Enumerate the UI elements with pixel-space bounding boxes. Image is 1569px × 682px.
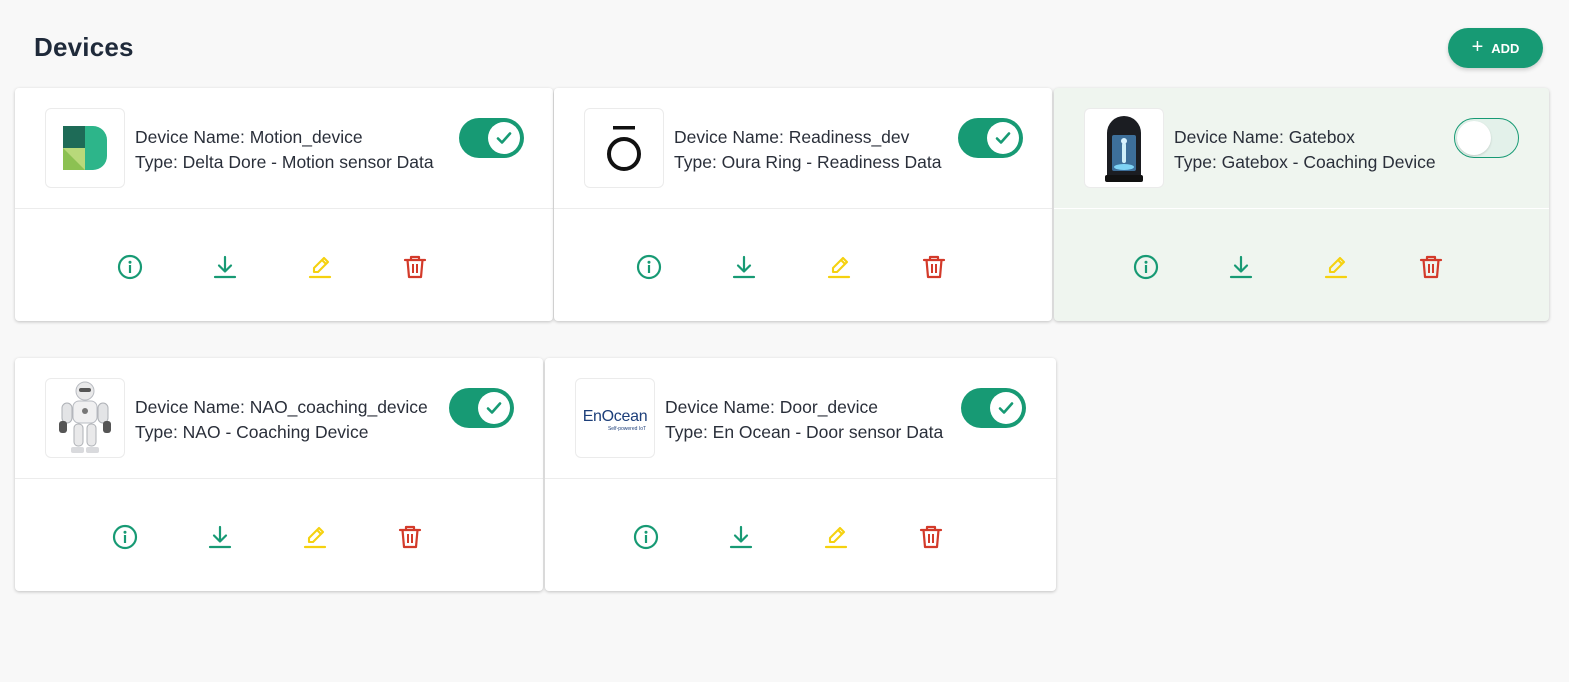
- device-info: Device Name: Motion_device Type: Delta D…: [135, 125, 434, 175]
- device-card: EnOcean Self-powered IoT Device Name: Do…: [545, 358, 1056, 591]
- download-icon[interactable]: [205, 522, 235, 552]
- card-actions: [115, 251, 430, 283]
- edit-icon[interactable]: [821, 522, 851, 552]
- edit-icon[interactable]: [300, 522, 330, 552]
- device-card: Device Name: Readiness_dev Type: Oura Ri…: [554, 88, 1052, 321]
- check-icon: [990, 392, 1022, 424]
- card-divider: [1054, 208, 1549, 209]
- device-info: Device Name: Gatebox Type: Gatebox - Coa…: [1174, 125, 1436, 175]
- gatebox-image: [1084, 108, 1164, 188]
- device-info: Device Name: Readiness_dev Type: Oura Ri…: [674, 125, 942, 175]
- card-actions: [1131, 251, 1446, 283]
- card-divider: [15, 208, 553, 209]
- oura-logo: [584, 108, 664, 188]
- device-card: Device Name: Motion_device Type: Delta D…: [15, 88, 553, 321]
- enocean-logo: EnOcean Self-powered IoT: [575, 378, 655, 458]
- enable-toggle[interactable]: [1454, 118, 1519, 158]
- enable-toggle[interactable]: [459, 118, 524, 158]
- card-actions: [110, 521, 425, 553]
- delete-icon[interactable]: [400, 252, 430, 282]
- device-name: Device Name: NAO_coaching_device: [135, 397, 428, 417]
- card-divider: [554, 208, 1052, 209]
- add-button-label: ADD: [1491, 40, 1520, 56]
- info-icon[interactable]: [634, 252, 664, 282]
- device-name: Device Name: Motion_device: [135, 127, 363, 147]
- edit-icon[interactable]: [305, 252, 335, 282]
- add-device-button[interactable]: + ADD: [1448, 28, 1543, 68]
- device-info: Device Name: NAO_coaching_device Type: N…: [135, 395, 428, 445]
- nao-robot-image: [45, 378, 125, 458]
- toggle-knob: [1457, 121, 1491, 155]
- download-icon[interactable]: [729, 252, 759, 282]
- edit-icon[interactable]: [824, 252, 854, 282]
- edit-icon[interactable]: [1321, 252, 1351, 282]
- devices-page: Devices + ADD Device Name: Motion_device…: [0, 0, 1569, 682]
- card-actions: [634, 251, 949, 283]
- device-type: Type: NAO - Coaching Device: [135, 422, 369, 442]
- info-icon[interactable]: [631, 522, 661, 552]
- device-type: Type: Gatebox - Coaching Device: [1174, 152, 1436, 172]
- card-divider: [15, 478, 543, 479]
- card-actions: [631, 521, 946, 553]
- delta-dore-logo: [45, 108, 125, 188]
- delete-icon[interactable]: [1416, 252, 1446, 282]
- enocean-logo-text: EnOcean: [582, 408, 648, 425]
- enable-toggle[interactable]: [449, 388, 514, 428]
- download-icon[interactable]: [210, 252, 240, 282]
- device-name: Device Name: Door_device: [665, 397, 879, 417]
- device-type: Type: Oura Ring - Readiness Data: [674, 152, 942, 172]
- device-type: Type: En Ocean - Door sensor Data: [665, 422, 944, 442]
- device-name: Device Name: Readiness_dev: [674, 127, 910, 147]
- delete-icon[interactable]: [395, 522, 425, 552]
- info-icon[interactable]: [110, 522, 140, 552]
- device-info: Device Name: Door_device Type: En Ocean …: [665, 395, 943, 445]
- download-icon[interactable]: [726, 522, 756, 552]
- plus-icon: +: [1471, 36, 1484, 58]
- info-icon[interactable]: [1131, 252, 1161, 282]
- device-card: Device Name: NAO_coaching_device Type: N…: [15, 358, 543, 591]
- card-divider: [545, 478, 1056, 479]
- check-icon: [488, 122, 520, 154]
- device-name: Device Name: Gatebox: [1174, 127, 1355, 147]
- page-title: Devices: [34, 32, 134, 62]
- delete-icon[interactable]: [916, 522, 946, 552]
- device-card: Device Name: Gatebox Type: Gatebox - Coa…: [1054, 88, 1549, 321]
- delete-icon[interactable]: [919, 252, 949, 282]
- download-icon[interactable]: [1226, 252, 1256, 282]
- enable-toggle[interactable]: [958, 118, 1023, 158]
- check-icon: [478, 392, 510, 424]
- info-icon[interactable]: [115, 252, 145, 282]
- enable-toggle[interactable]: [961, 388, 1026, 428]
- check-icon: [987, 122, 1019, 154]
- enocean-logo-subtext: Self-powered IoT: [607, 426, 647, 432]
- device-type: Type: Delta Dore - Motion sensor Data: [135, 152, 434, 172]
